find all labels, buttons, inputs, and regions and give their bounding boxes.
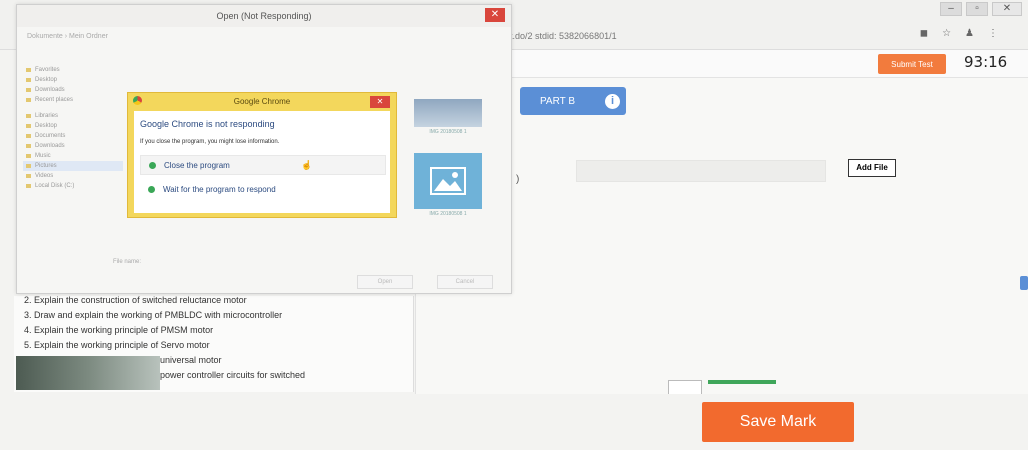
minimize-button[interactable]: – [940, 2, 962, 16]
question-line: 4. Explain the working principle of PMSM… [24, 325, 214, 335]
tree-item[interactable]: Local Disk (C:) [23, 181, 123, 191]
footer-bar: Save Mark [0, 394, 1028, 450]
question-line: universal motor [160, 355, 222, 365]
question-fragment: ) [516, 174, 520, 185]
option-label: Wait for the program to respond [163, 184, 276, 194]
close-program-option[interactable]: Close the program ☝ [140, 155, 386, 175]
page-tab[interactable] [668, 380, 702, 394]
save-mark-button[interactable]: Save Mark [702, 402, 854, 442]
info-icon[interactable]: i [605, 93, 621, 109]
profile-icon[interactable]: ♟ [965, 28, 974, 39]
question-line: power controller circuits for switched [160, 370, 306, 380]
tree-item[interactable]: Desktop [23, 121, 123, 131]
tree-item[interactable]: Libraries [23, 111, 123, 121]
file-caption: IMG 20180508 1 [429, 129, 467, 135]
option-label: Close the program [164, 160, 230, 170]
countdown-timer: 93:16 [964, 53, 1008, 71]
tree-item[interactable]: Recent places [23, 95, 123, 105]
scrollbar-handle[interactable] [1020, 276, 1028, 290]
file-path-input[interactable] [576, 160, 826, 182]
chrome-dialog-body: Google Chrome is not responding If you c… [134, 111, 390, 213]
tree-item[interactable]: Documents [23, 131, 123, 141]
question-line: 3. Draw and explain the working of PMBLD… [24, 310, 283, 320]
dialog-close-button[interactable]: ✕ [485, 8, 505, 22]
address-bar[interactable]: t.do/2 stdid: 5382066801/1 [510, 27, 910, 45]
part-label: PART B [540, 95, 576, 107]
file-caption: IMG 20180508 1 [429, 211, 467, 217]
mouse-cursor-icon: ☝ [301, 160, 313, 170]
folder-tree: Favorites Desktop Downloads Recent place… [23, 65, 123, 265]
not-responding-dialog: Google Chrome ✕ Google Chrome is not res… [127, 92, 397, 218]
menu-icon[interactable]: ⋮ [988, 28, 998, 39]
chrome-dialog-titlebar: Google Chrome ✕ [128, 93, 396, 111]
embedded-image [16, 356, 160, 390]
dialog-title: Open (Not Responding) [17, 5, 511, 27]
window-close-button[interactable]: ✕ [992, 2, 1022, 16]
chrome-logo-icon [133, 96, 142, 105]
chrome-dialog-title: Google Chrome [233, 97, 291, 106]
submit-test-button[interactable]: Submit Test [878, 54, 946, 74]
maximize-button[interactable]: ▫ [966, 2, 988, 16]
image-icon [430, 167, 466, 195]
window-controls: – ▫ ✕ [940, 2, 1022, 16]
tree-item[interactable]: Desktop [23, 75, 123, 85]
arrow-icon [148, 185, 155, 193]
cancel-button[interactable]: Cancel [437, 275, 493, 289]
tree-item[interactable]: Videos [23, 171, 123, 181]
question-document-pane: 2. Explain the construction of switched … [14, 295, 414, 392]
tree-item[interactable]: Downloads [23, 141, 123, 151]
browser-action-icons: ◼ ☆ ♟ ⋮ [920, 28, 998, 39]
exam-header: Submit Test 93:16 [510, 50, 1028, 78]
add-file-button[interactable]: Add File [848, 159, 896, 177]
wait-program-option[interactable]: Wait for the program to respond [140, 179, 386, 199]
part-b-tab[interactable]: PART B i [520, 87, 626, 115]
dialog-subtext: If you close the program, you might lose… [140, 139, 280, 145]
file-thumbnail[interactable] [414, 99, 482, 127]
dialog-heading: Google Chrome is not responding [140, 119, 275, 129]
cast-icon[interactable]: ◼ [920, 28, 928, 39]
progress-indicator [708, 380, 776, 384]
tree-item-selected[interactable]: Pictures [23, 161, 123, 171]
tree-item[interactable]: Downloads [23, 85, 123, 95]
open-button[interactable]: Open [357, 275, 413, 289]
chrome-dialog-close-button[interactable]: ✕ [370, 96, 390, 108]
file-thumbnail[interactable] [414, 153, 482, 209]
filename-label: File name: [113, 259, 142, 265]
tree-item[interactable]: Favorites [23, 65, 123, 75]
dialog-breadcrumb[interactable]: Dokumente › Mein Ordner [27, 33, 497, 49]
arrow-icon [149, 161, 156, 169]
question-line: 2. Explain the construction of switched … [24, 295, 247, 305]
tree-item[interactable]: Music [23, 151, 123, 161]
question-line: 5. Explain the working principle of Serv… [24, 340, 210, 350]
star-icon[interactable]: ☆ [942, 28, 951, 39]
